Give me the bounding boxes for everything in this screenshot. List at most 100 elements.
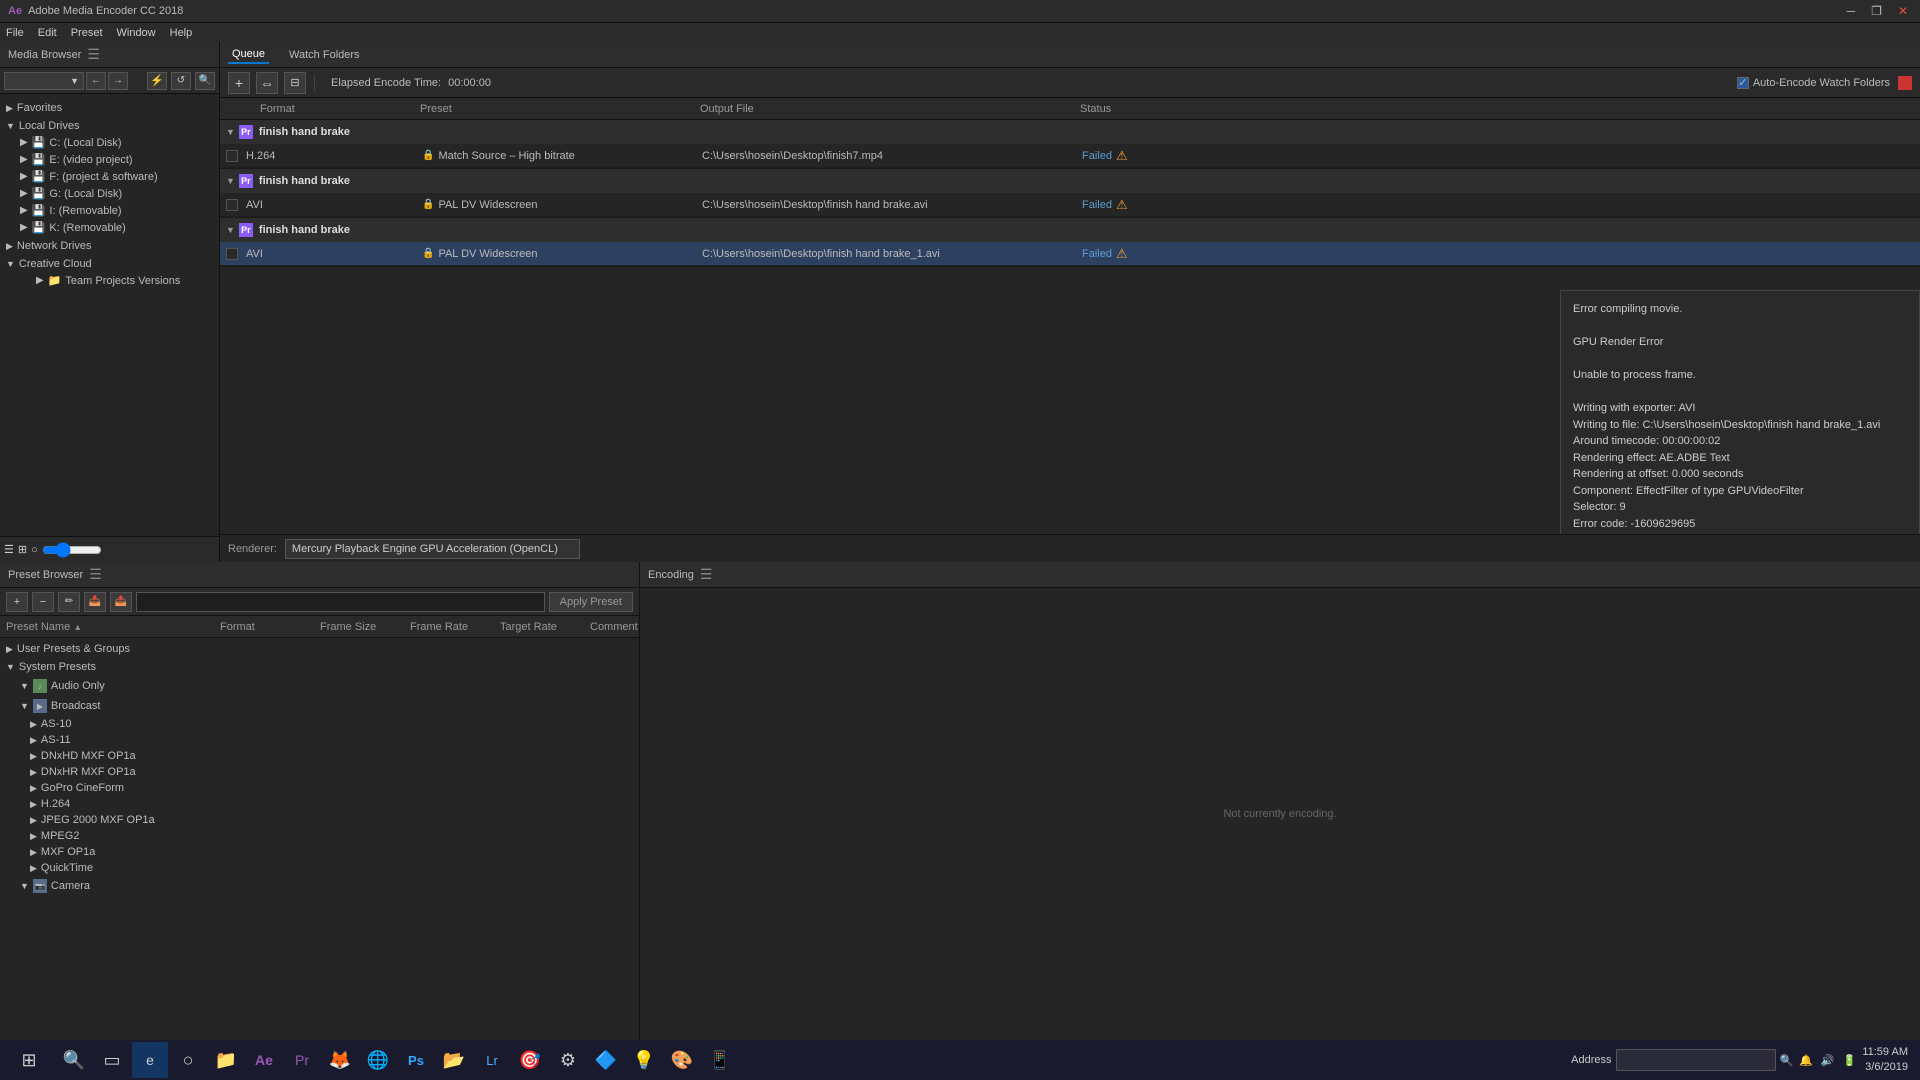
drive-g[interactable]: ▶ 💾 G: (Local Disk) (0, 185, 219, 202)
stop-btn[interactable] (1898, 76, 1912, 90)
preset-search-input[interactable] (136, 592, 545, 612)
delete-preset-btn[interactable]: − (32, 592, 54, 612)
drive-i[interactable]: ▶ 💾 I: (Removable) (0, 202, 219, 219)
preset-as11[interactable]: ▶ AS-11 (0, 732, 639, 748)
pause-btn[interactable]: ⊟ (284, 72, 306, 94)
search-button[interactable]: 🔍 (195, 72, 215, 90)
auto-encode-checkbox[interactable]: ✓ (1737, 77, 1749, 89)
menu-edit[interactable]: Edit (38, 27, 57, 39)
import-preset-btn[interactable]: 📥 (84, 592, 106, 612)
queue-group-1-header[interactable]: ▼ Pr finish hand brake (220, 120, 1920, 144)
taskbar-ps[interactable]: Ps (398, 1042, 434, 1078)
encoding-menu[interactable]: ☰ (700, 566, 713, 583)
nav-back-button[interactable]: ← (86, 72, 106, 90)
preset-browser-menu[interactable]: ☰ (89, 566, 102, 583)
team-projects[interactable]: ▶ 📁 Team Projects Versions (0, 272, 219, 289)
local-drives-header[interactable]: ▼ Local Drives (0, 118, 219, 134)
taskbar-extra1[interactable]: 🎯 (512, 1042, 548, 1078)
filter-button[interactable]: ⚡ (147, 72, 167, 90)
drive-e[interactable]: ▶ 💾 E: (video project) (0, 151, 219, 168)
row3a-checkbox[interactable] (226, 248, 242, 260)
edit-preset-btn[interactable]: ✏ (58, 592, 80, 612)
taskbar-pr[interactable]: Pr (284, 1042, 320, 1078)
clock[interactable]: 11:59 AM 3/6/2019 (1862, 1045, 1908, 1076)
taskbar-explorer2[interactable]: 📂 (436, 1042, 472, 1078)
renderer-select[interactable]: Mercury Playback Engine GPU Acceleration… (285, 539, 580, 559)
title-bar-controls[interactable]: ─ ❐ ✕ (1843, 4, 1912, 18)
preset-jpeg2000[interactable]: ▶ JPEG 2000 MXF OP1a (0, 812, 639, 828)
favorites-label: Favorites (17, 102, 62, 114)
preset-mxf[interactable]: ▶ MXF OP1a (0, 844, 639, 860)
queue-group-3-header[interactable]: ▼ Pr finish hand brake (220, 218, 1920, 242)
group2-pr-icon: Pr (239, 174, 253, 188)
error-line2 (1573, 318, 1907, 335)
tray-battery[interactable]: 🔋 (1843, 1054, 1857, 1067)
creative-cloud-header[interactable]: ▼ Creative Cloud (0, 256, 219, 272)
minimize-button[interactable]: ─ (1843, 4, 1860, 18)
taskbar-chrome[interactable]: 🌐 (360, 1042, 396, 1078)
export-preset-btn[interactable]: 📤 (110, 592, 132, 612)
remove-item-btn[interactable]: ⇔ (256, 72, 278, 94)
zoom-slider[interactable] (42, 542, 102, 558)
tray-volume[interactable]: 🔊 (1821, 1054, 1835, 1067)
menu-window[interactable]: Window (117, 27, 156, 39)
queue-group-2-header[interactable]: ▼ Pr finish hand brake (220, 169, 1920, 193)
taskbar-extra3[interactable]: 🔷 (588, 1042, 624, 1078)
queue-row-2a[interactable]: AVI 🔒 PAL DV Widescreen C:\Users\hosein\… (220, 193, 1920, 217)
preset-gopro[interactable]: ▶ GoPro CineForm (0, 780, 639, 796)
taskbar-ae[interactable]: Ae (246, 1042, 282, 1078)
taskbar-file-explorer[interactable]: 📁 (208, 1042, 244, 1078)
add-item-btn[interactable]: + (228, 72, 250, 94)
address-input[interactable] (1616, 1049, 1776, 1071)
system-presets-header[interactable]: ▼ System Presets (0, 658, 639, 676)
taskbar-ie[interactable]: e (132, 1042, 168, 1078)
network-drives-header[interactable]: ▶ Network Drives (0, 238, 219, 254)
icon-view-btn[interactable]: ⊞ (18, 543, 27, 556)
preset-quicktime[interactable]: ▶ QuickTime (0, 860, 639, 876)
camera-header[interactable]: ▼ 📷 Camera (0, 876, 639, 896)
taskbar-extra6[interactable]: 📱 (702, 1042, 738, 1078)
tray-network[interactable]: 🔔 (1799, 1054, 1813, 1067)
drive-c[interactable]: ▶ 💾 C: (Local Disk) (0, 134, 219, 151)
media-browser-menu[interactable]: ☰ (87, 46, 100, 63)
taskbar-extra4[interactable]: 💡 (626, 1042, 662, 1078)
close-button[interactable]: ✕ (1894, 4, 1912, 18)
restore-button[interactable]: ❐ (1867, 4, 1886, 18)
broadcast-header[interactable]: ▼ ▶ Broadcast (0, 696, 639, 716)
list-view-btn[interactable]: ☰ (4, 543, 14, 556)
preset-h264[interactable]: ▶ H.264 (0, 796, 639, 812)
path-dropdown[interactable]: ▼ (4, 72, 84, 90)
queue-row-3a[interactable]: AVI 🔒 PAL DV Widescreen C:\Users\hosein\… (220, 242, 1920, 266)
taskbar-cortana[interactable]: ○ (170, 1042, 206, 1078)
preset-as10[interactable]: ▶ AS-10 (0, 716, 639, 732)
drive-k[interactable]: ▶ 💾 K: (Removable) (0, 219, 219, 236)
queue-row-1a[interactable]: H.264 🔒 Match Source – High bitrate C:\U… (220, 144, 1920, 168)
drive-f[interactable]: ▶ 💾 F: (project & software) (0, 168, 219, 185)
taskbar-firefox[interactable]: 🦊 (322, 1042, 358, 1078)
meta-view-btn[interactable]: ○ (31, 544, 38, 556)
taskbar-search[interactable]: 🔍 (56, 1042, 92, 1078)
refresh-button[interactable]: ↺ (171, 72, 191, 90)
favorites-header[interactable]: ▶ Favorites (0, 100, 219, 116)
row1a-checkbox[interactable] (226, 150, 242, 162)
menu-preset[interactable]: Preset (71, 27, 103, 39)
preset-dnxhr[interactable]: ▶ DNxHR MXF OP1a (0, 764, 639, 780)
nav-forward-button[interactable]: → (108, 72, 128, 90)
address-search-icon[interactable]: 🔍 (1780, 1054, 1794, 1067)
menu-file[interactable]: File (6, 27, 24, 39)
taskbar-lightroom[interactable]: Lr (474, 1042, 510, 1078)
row2a-checkbox[interactable] (226, 199, 242, 211)
taskbar-task-view[interactable]: ▭ (94, 1042, 130, 1078)
start-button[interactable]: ⊞ (4, 1042, 54, 1078)
tab-queue[interactable]: Queue (228, 46, 269, 64)
apply-preset-button[interactable]: Apply Preset (549, 592, 633, 612)
taskbar-extra5[interactable]: 🎨 (664, 1042, 700, 1078)
tab-watch[interactable]: Watch Folders (285, 47, 364, 63)
menu-help[interactable]: Help (170, 27, 193, 39)
taskbar-extra2[interactable]: ⚙ (550, 1042, 586, 1078)
new-preset-btn[interactable]: + (6, 592, 28, 612)
preset-dnxhd[interactable]: ▶ DNxHD MXF OP1a (0, 748, 639, 764)
user-presets-header[interactable]: ▶ User Presets & Groups (0, 640, 639, 658)
preset-mpeg2[interactable]: ▶ MPEG2 (0, 828, 639, 844)
audio-only-header[interactable]: ▼ ♪ Audio Only (0, 676, 639, 696)
